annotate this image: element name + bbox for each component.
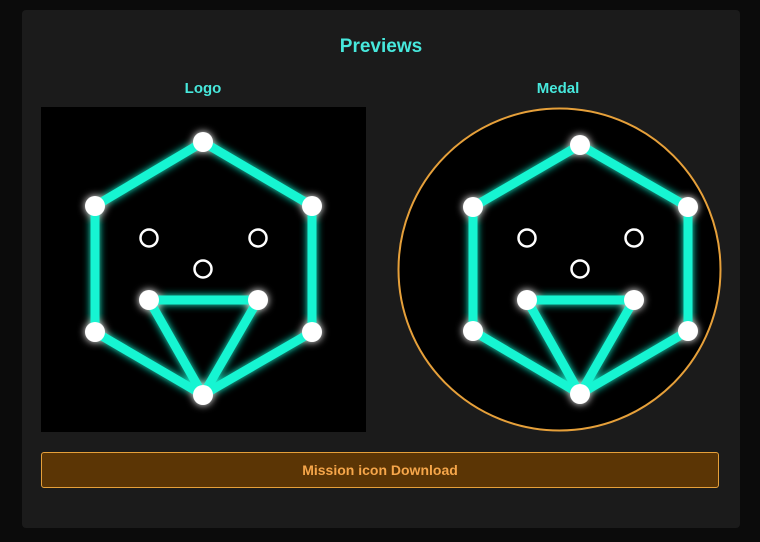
glyph-node: [302, 322, 322, 342]
glyph-node: [248, 290, 268, 310]
glyph-node: [85, 196, 105, 216]
glyph-node: [193, 132, 213, 152]
glyph-node: [517, 290, 537, 310]
previews-title: Previews: [339, 36, 423, 57]
glyph-node: [678, 321, 698, 341]
glyph-empty-node: [139, 228, 159, 248]
logo-preview: [41, 107, 366, 432]
glyph-empty-node: [248, 228, 268, 248]
previews-panel: Previews Logo Medal Mission icon Downloa…: [22, 10, 740, 528]
glyph-node: [463, 321, 483, 341]
glyph-node: [302, 196, 322, 216]
glyph-empty-node: [193, 259, 213, 279]
glyph-node: [570, 135, 590, 155]
glyph-node: [85, 322, 105, 342]
glyph-node: [678, 197, 698, 217]
medal-label: Medal: [536, 80, 580, 97]
medal-preview: [397, 107, 722, 432]
glyph-node: [193, 385, 213, 405]
logo-label: Logo: [184, 80, 222, 97]
glyph-node: [570, 384, 590, 404]
glyph-node: [624, 290, 644, 310]
glyph-node: [463, 197, 483, 217]
logo-glyph-icon: [85, 132, 322, 405]
mission-icon-download-button[interactable]: Mission icon Download: [41, 452, 719, 488]
glyph-line: [198, 137, 317, 211]
glyph-line: [90, 137, 208, 211]
glyph-node: [139, 290, 159, 310]
medal-glyph-icon: [397, 107, 722, 432]
